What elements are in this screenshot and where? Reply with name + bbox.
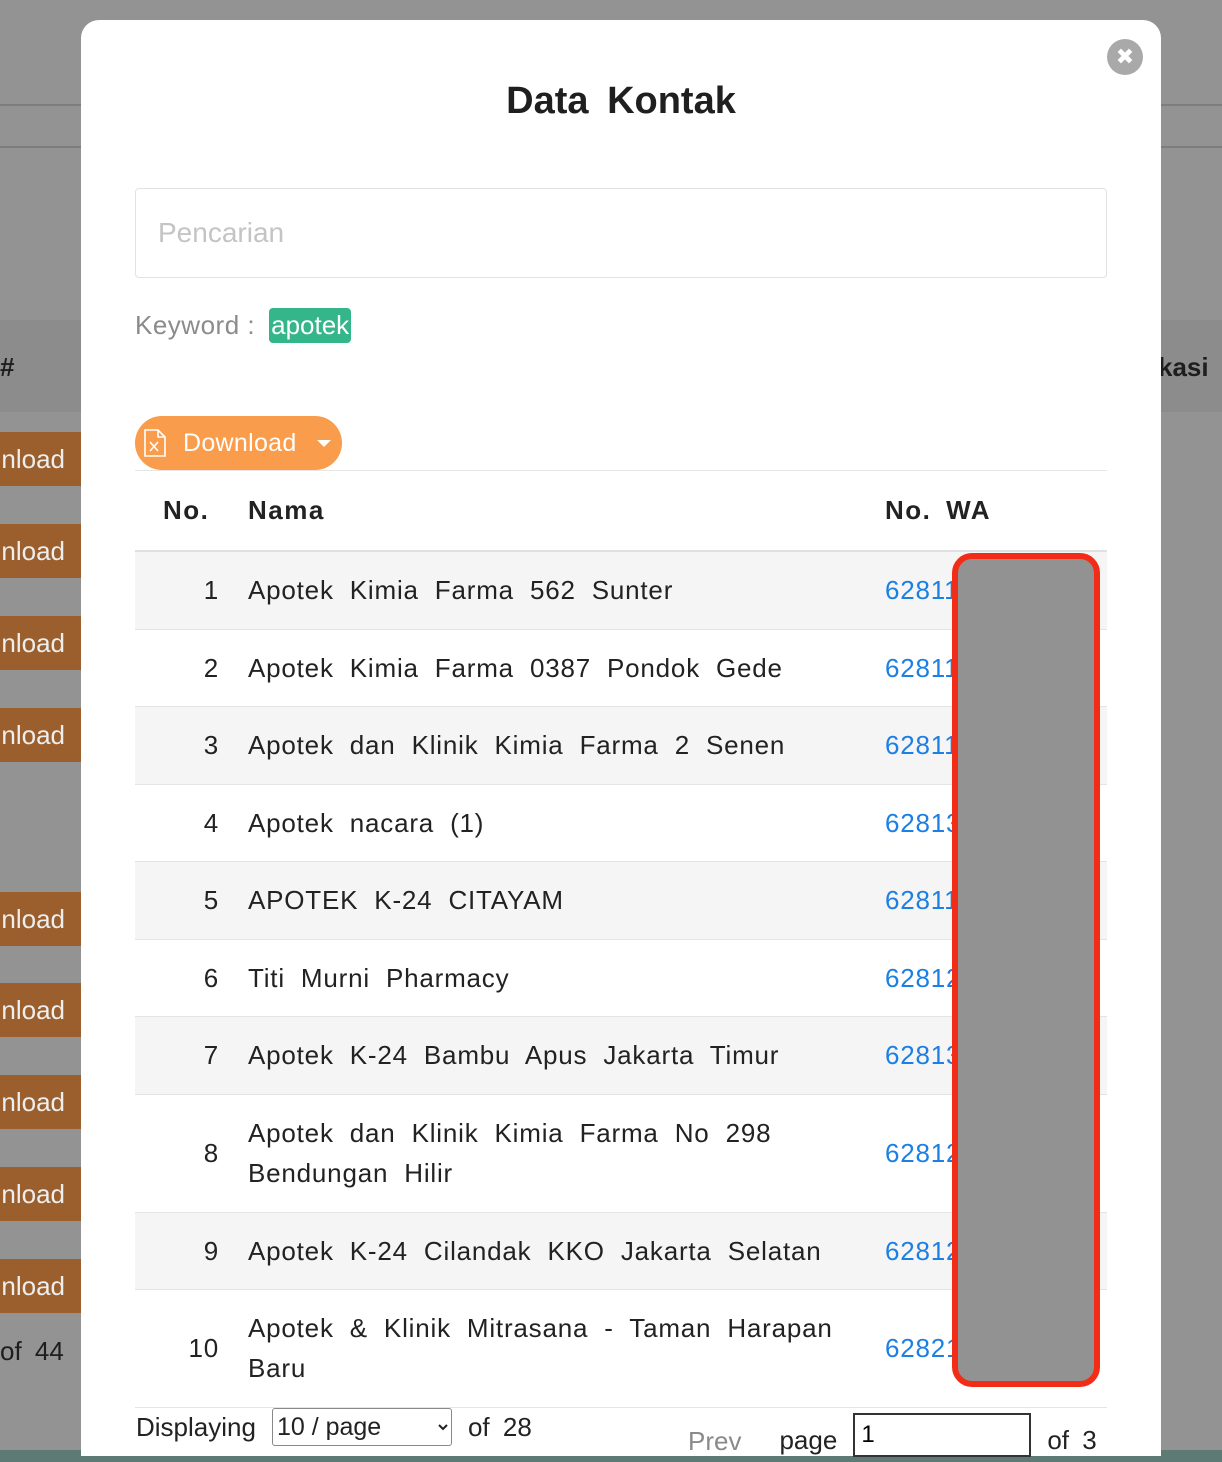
bg-header-hash: #: [0, 352, 15, 382]
pagination-left: Displaying 10 / page of 28: [136, 1408, 532, 1446]
page-label: page: [779, 1425, 838, 1455]
table-header-row: No. Nama No. WA: [135, 470, 1107, 552]
download-label: Download: [183, 428, 297, 457]
bg-download-button[interactable]: nload: [0, 983, 81, 1037]
bg-header-right: kasi: [1158, 352, 1209, 382]
contact-name: Apotek K-24 Cilandak KKO Jakarta Selatan: [247, 1212, 884, 1290]
row-number: 10: [135, 1289, 247, 1408]
row-number: 8: [135, 1094, 247, 1213]
row-number: 3: [135, 706, 247, 785]
contact-name: Titi Murni Pharmacy: [247, 939, 884, 1017]
close-icon: ✖: [1115, 44, 1135, 69]
bg-download-button[interactable]: nload: [0, 1167, 81, 1221]
page-number-input[interactable]: [853, 1412, 1032, 1457]
caret-down-icon[interactable]: [316, 439, 331, 447]
bg-download-button[interactable]: nload: [0, 1075, 81, 1129]
contact-name: APOTEK K-24 CITAYAM: [247, 861, 884, 940]
page-size-select[interactable]: 10 / page: [271, 1408, 452, 1446]
row-number: 2: [135, 629, 247, 707]
row-number: 9: [135, 1212, 247, 1290]
prev-button[interactable]: Prev: [688, 1426, 741, 1457]
contact-name: Apotek K-24 Bambu Apus Jakarta Timur: [247, 1016, 884, 1095]
contact-name: Apotek Kimia Farma 562 Sunter: [247, 551, 884, 630]
download-button[interactable]: Download: [135, 416, 342, 470]
keyword-label: Keyword :: [135, 310, 256, 340]
contact-name: Apotek dan Klinik Kimia Farma No 298 Ben…: [247, 1094, 884, 1213]
close-button[interactable]: ✖: [1107, 39, 1143, 75]
row-number: 5: [135, 861, 247, 940]
row-number: 4: [135, 784, 247, 862]
displaying-label: Displaying: [136, 1411, 256, 1442]
column-header-nama: Nama: [247, 470, 884, 552]
total-records-label: of 28: [467, 1411, 532, 1442]
search-input[interactable]: [135, 188, 1107, 278]
row-number: 6: [135, 939, 247, 1017]
contact-name: Apotek & Klinik Mitrasana - Taman Harapa…: [247, 1289, 884, 1408]
contact-name: Apotek Kimia Farma 0387 Pondok Gede: [247, 629, 884, 707]
total-pages-label: of 3: [1047, 1425, 1097, 1455]
column-header-no: No.: [135, 470, 247, 552]
excel-file-icon: [144, 429, 166, 457]
redaction-box: [952, 553, 1100, 1387]
bg-download-button[interactable]: nload: [0, 708, 81, 762]
bg-download-button[interactable]: nload: [0, 432, 81, 486]
bg-download-button[interactable]: nload: [0, 892, 81, 946]
row-number: 1: [135, 551, 247, 630]
pagination-right: Prev page of 3: [688, 1412, 1097, 1457]
row-number: 7: [135, 1016, 247, 1095]
contact-name: Apotek dan Klinik Kimia Farma 2 Senen: [247, 706, 884, 785]
bg-download-button[interactable]: nload: [0, 1259, 81, 1313]
modal-title: Data Kontak: [506, 80, 736, 122]
bg-pagination-text: of 44: [0, 1336, 64, 1366]
keyword-tag[interactable]: apotek: [269, 308, 352, 343]
bg-download-button[interactable]: nload: [0, 616, 81, 670]
contact-name: Apotek nacara (1): [247, 784, 884, 862]
column-header-wa: No. WA: [884, 470, 1107, 552]
keyword-row: Keyword : apotek: [135, 308, 352, 343]
bg-download-button[interactable]: nload: [0, 524, 81, 578]
